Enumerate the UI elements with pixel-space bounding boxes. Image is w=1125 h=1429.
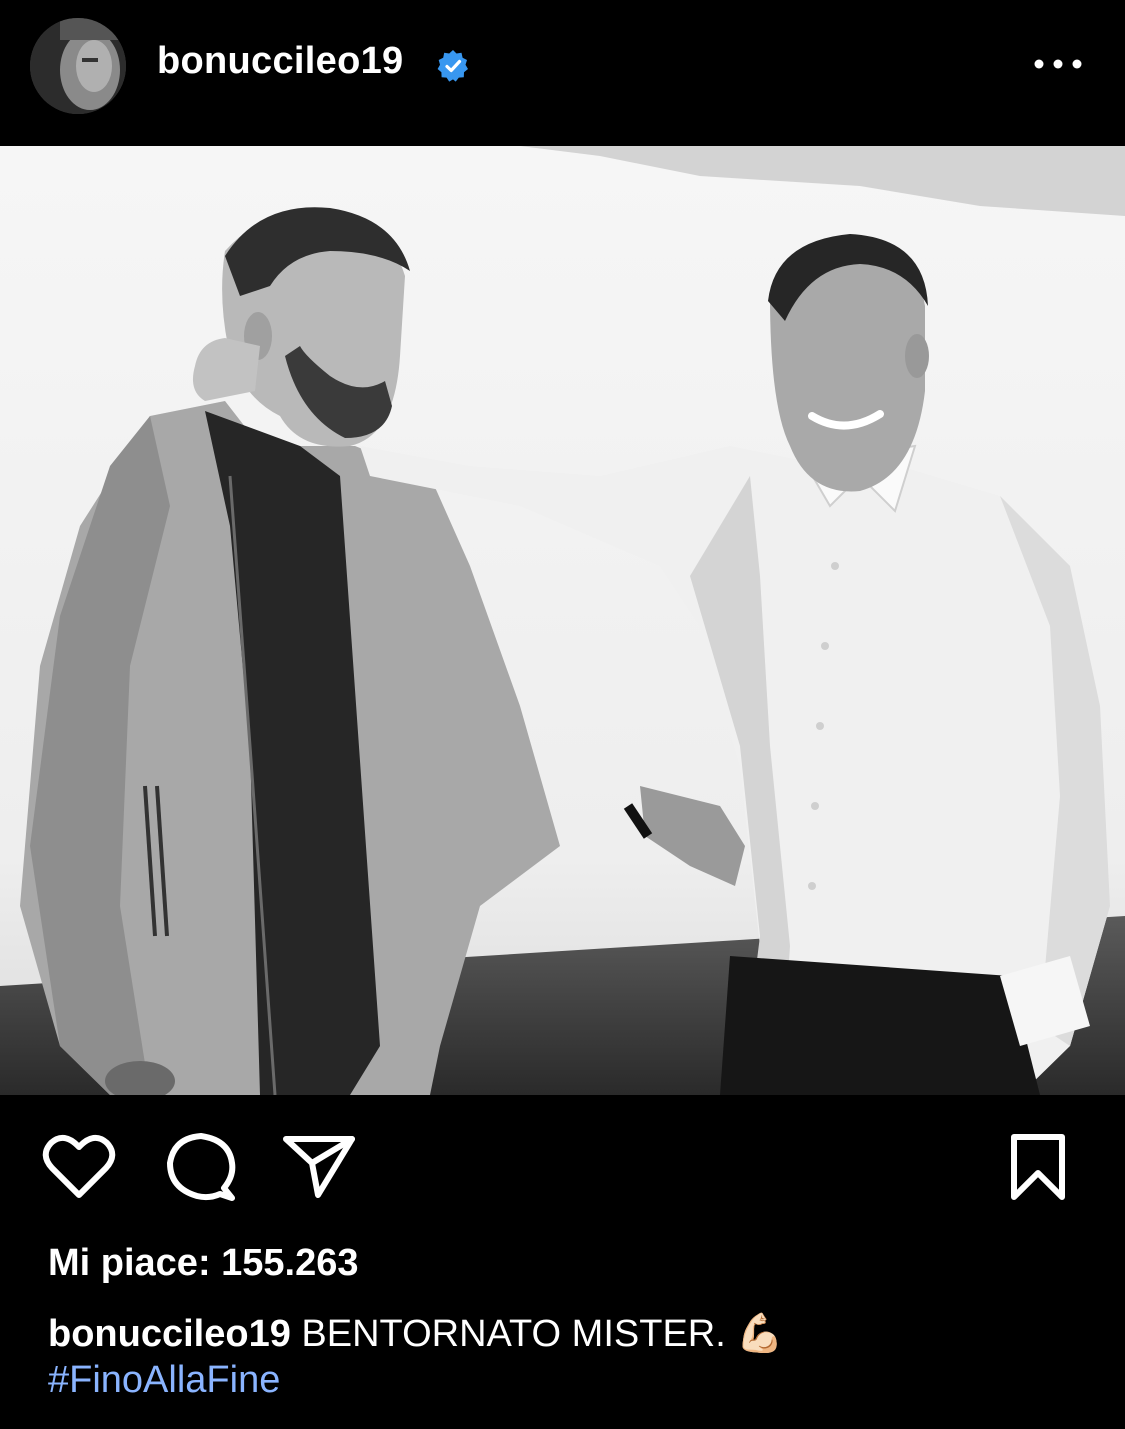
likes-count[interactable]: Mi piace: 155.263 — [48, 1242, 359, 1285]
verified-badge-icon — [437, 50, 468, 82]
more-horizontal-icon[interactable] — [1030, 46, 1086, 82]
comment-icon[interactable] — [164, 1130, 238, 1204]
post-photo — [0, 146, 1125, 1095]
profile-avatar[interactable] — [30, 18, 126, 114]
profile-photo — [30, 18, 126, 114]
caption-text: BENTORNATO MISTER. — [301, 1313, 726, 1355]
paper-plane-icon[interactable] — [282, 1133, 356, 1199]
post-header: bonuccileo19 — [0, 0, 1125, 146]
post-caption: bonuccileo19 BENTORNATO MISTER. 💪🏻 #Fino… — [48, 1311, 1088, 1403]
author-username[interactable]: bonuccileo19 — [157, 40, 403, 83]
post-image[interactable] — [0, 146, 1125, 1095]
bookmark-icon[interactable] — [1006, 1133, 1070, 1201]
flexed-biceps-emoji: 💪🏻 — [736, 1313, 784, 1355]
caption-username[interactable]: bonuccileo19 — [48, 1313, 291, 1355]
caption-hashtag[interactable]: #FinoAllaFine — [48, 1357, 1088, 1403]
heart-icon[interactable] — [42, 1133, 116, 1199]
